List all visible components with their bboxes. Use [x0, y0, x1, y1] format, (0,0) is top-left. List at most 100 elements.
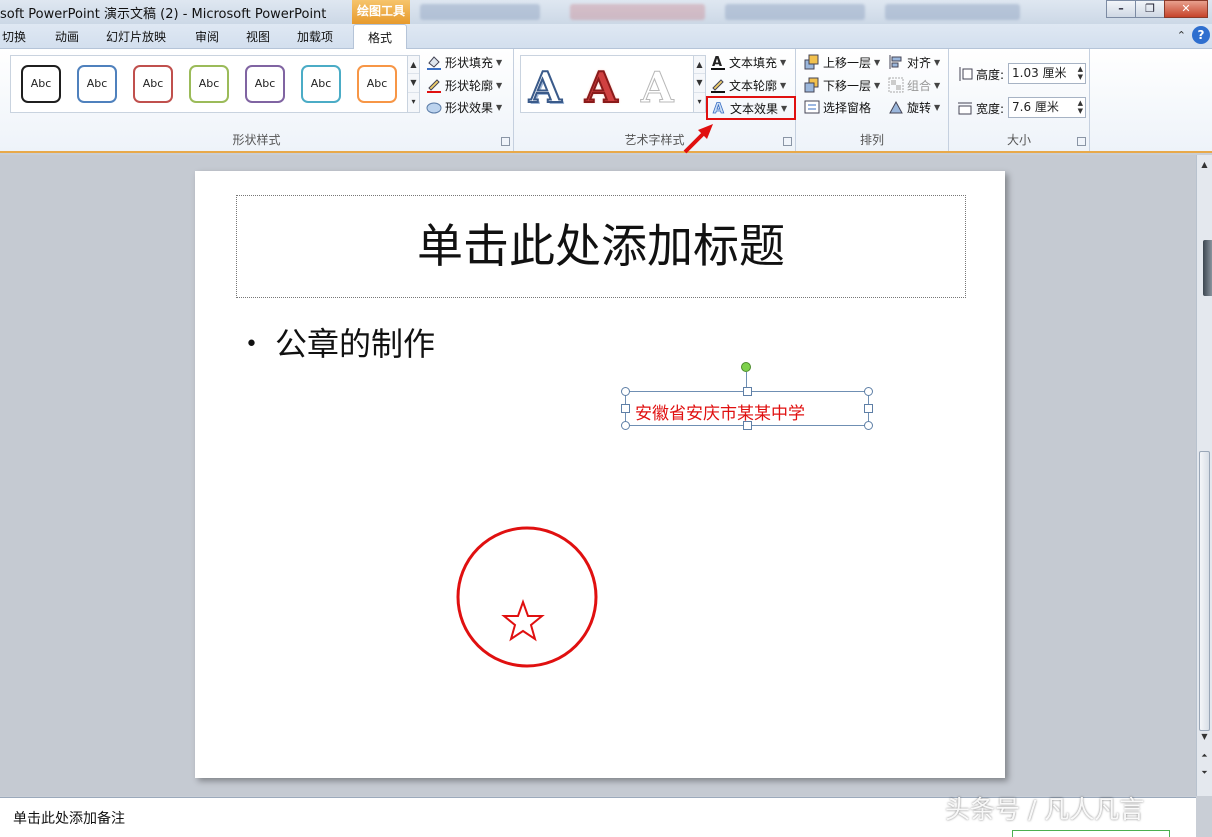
tab-animations[interactable]: 动画	[55, 28, 79, 45]
scroll-down-icon[interactable]: ▼	[1197, 729, 1212, 744]
text-fill-button[interactable]: A 文本填充 ▼	[710, 52, 786, 72]
spin-arrows-icon[interactable]: ▲ ▼	[1078, 99, 1083, 115]
shape-fill-button[interactable]: 形状填充 ▼	[426, 52, 502, 72]
side-panel-handle[interactable]	[1203, 240, 1212, 296]
gallery-scroll[interactable]: ▲ ▼ ▾	[693, 56, 705, 112]
text-effects-button[interactable]: A 文本效果 ▼	[706, 96, 796, 120]
tab-transitions[interactable]: 切换	[2, 28, 26, 45]
text-outline-button[interactable]: 文本轮廓 ▼	[710, 75, 786, 95]
text-outline-icon	[710, 77, 726, 93]
width-label: 宽度:	[957, 98, 1004, 118]
slide-title: 单击此处添加标题	[417, 219, 785, 273]
rotate-icon	[888, 99, 904, 115]
shape-style-preset[interactable]: Abc	[133, 65, 173, 103]
gallery-scroll[interactable]: ▲ ▼ ▾	[407, 56, 419, 112]
minimize-icon: –	[1118, 2, 1124, 15]
dialog-launcher-icon[interactable]	[1077, 137, 1086, 146]
wordart-style-preset[interactable]: A	[528, 65, 563, 111]
scroll-up-icon[interactable]: ▲	[1197, 157, 1212, 172]
shape-styles-gallery[interactable]: Abc Abc Abc Abc Abc Abc Abc ▲ ▼ ▾	[10, 55, 420, 113]
blurred-background-tabs	[420, 2, 1020, 22]
align-button[interactable]: 对齐 ▼	[888, 52, 940, 72]
dialog-launcher-icon[interactable]	[783, 137, 792, 146]
dialog-launcher-icon[interactable]	[501, 137, 510, 146]
dropdown-arrow-icon: ▼	[496, 57, 503, 67]
selection-pane-button[interactable]: 选择窗格	[804, 97, 871, 117]
dropdown-arrow-icon: ▼	[780, 80, 787, 90]
shape-style-preset[interactable]: Abc	[189, 65, 229, 103]
paint-bucket-icon	[426, 54, 442, 70]
spin-arrows-icon[interactable]: ▲ ▼	[1078, 65, 1083, 81]
group-label: 排列	[859, 133, 884, 147]
tab-addins[interactable]: 加载项	[297, 28, 333, 45]
resize-handle[interactable]	[743, 387, 752, 396]
resize-handle[interactable]	[743, 421, 752, 430]
bullet-item[interactable]: • 公章的制作	[245, 319, 435, 365]
width-input[interactable]: 7.6 厘米 ▲ ▼	[1008, 97, 1086, 118]
group-arrange: 上移一层 ▼ 下移一层 ▼ 选择窗格 对齐 ▼ 组合 ▼ 旋转 ▼ 排列	[796, 49, 949, 151]
wordart-style-preset[interactable]: A	[641, 65, 675, 110]
drawing-tools-context-tab: 绘图工具	[352, 0, 410, 24]
tab-format[interactable]: 格式	[353, 24, 408, 50]
width-icon	[957, 100, 973, 116]
annotation-arrow-icon	[683, 124, 713, 154]
resize-handle[interactable]	[864, 421, 873, 430]
close-button[interactable]: ✕	[1164, 0, 1208, 18]
resize-handle[interactable]	[621, 421, 630, 430]
tab-slideshow[interactable]: 幻灯片放映	[106, 28, 166, 45]
tab-view[interactable]: 视图	[246, 28, 270, 45]
green-outline-box	[1012, 830, 1170, 837]
resize-handle[interactable]	[621, 387, 630, 396]
shape-outline-button[interactable]: 形状轮廓 ▼	[426, 75, 502, 95]
shape-style-preset[interactable]: Abc	[77, 65, 117, 103]
gallery-more-icon[interactable]: ▾	[694, 93, 705, 111]
align-icon	[888, 54, 904, 70]
next-slide-icon[interactable]: ⏷	[1197, 765, 1212, 780]
dropdown-arrow-icon: ▼	[874, 57, 881, 67]
rotate-button[interactable]: 旋转 ▼	[888, 97, 940, 117]
minimize-button[interactable]: –	[1106, 0, 1136, 18]
restore-button[interactable]: ❐	[1135, 0, 1165, 18]
shape-style-preset[interactable]: Abc	[301, 65, 341, 103]
group-label: 大小	[1006, 133, 1031, 147]
shape-style-preset[interactable]: Abc	[357, 65, 397, 103]
resize-handle[interactable]	[864, 404, 873, 413]
seal-circle-with-star[interactable]	[456, 526, 598, 668]
slide[interactable]: 单击此处添加标题 • 公章的制作 安徽省安庆市某某中学	[195, 171, 1005, 778]
send-backward-icon	[804, 77, 820, 93]
send-backward-button[interactable]: 下移一层 ▼	[804, 75, 880, 95]
close-icon: ✕	[1181, 2, 1191, 15]
chevron-down-icon[interactable]: ▼	[408, 74, 419, 93]
chevron-up-icon[interactable]: ▲	[408, 56, 419, 75]
resize-handle[interactable]	[864, 387, 873, 396]
height-input[interactable]: 1.03 厘米 ▲ ▼	[1008, 63, 1086, 84]
shape-style-preset[interactable]: Abc	[21, 65, 61, 103]
help-icon[interactable]: ?	[1192, 26, 1210, 44]
bullet-icon: •	[245, 332, 258, 357]
chevron-down-icon[interactable]: ▼	[694, 74, 705, 93]
height-label: 高度:	[957, 64, 1004, 84]
chevron-up-icon[interactable]: ▲	[694, 56, 705, 75]
dropdown-arrow-icon: ▼	[496, 80, 503, 90]
bring-forward-icon	[804, 54, 820, 70]
tab-review[interactable]: 审阅	[195, 28, 219, 45]
title-placeholder[interactable]: 单击此处添加标题	[236, 195, 966, 298]
gallery-more-icon[interactable]: ▾	[408, 93, 419, 111]
scroll-thumb[interactable]	[1199, 451, 1210, 731]
height-icon	[957, 66, 973, 82]
title-bar: soft PowerPoint 演示文稿 (2) - Microsoft Pow…	[0, 0, 1212, 24]
resize-handle[interactable]	[621, 404, 630, 413]
shape-style-preset[interactable]: Abc	[245, 65, 285, 103]
dropdown-arrow-icon: ▼	[934, 80, 941, 90]
rotate-handle[interactable]	[741, 362, 751, 372]
bring-forward-button[interactable]: 上移一层 ▼	[804, 52, 880, 72]
dropdown-arrow-icon: ▼	[934, 102, 941, 112]
window-controls: – ❐ ✕	[1106, 0, 1208, 20]
group-button[interactable]: 组合 ▼	[888, 75, 940, 95]
shape-effects-button[interactable]: 形状效果 ▼	[426, 97, 502, 117]
previous-slide-icon[interactable]: ⏶	[1197, 748, 1212, 763]
notes-placeholder: 单击此处添加备注	[13, 811, 125, 827]
collapse-ribbon-icon[interactable]: ⌃	[1177, 29, 1186, 42]
wordart-style-preset[interactable]: A	[584, 65, 619, 111]
wordart-gallery[interactable]: A A A ▲ ▼ ▾	[520, 55, 706, 113]
